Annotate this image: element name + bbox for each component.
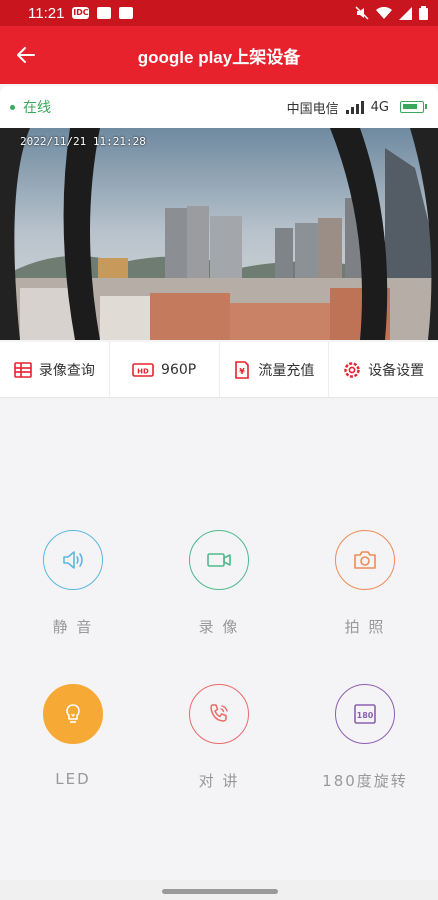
notification-badge-icon: IDC xyxy=(72,7,90,19)
speaker-icon xyxy=(63,551,83,569)
rotate-button[interactable]: 180 xyxy=(335,684,395,744)
online-dot-icon xyxy=(10,104,15,110)
gallery-notification-icon xyxy=(97,7,112,19)
record-query-icon xyxy=(14,361,32,378)
record-query-button[interactable]: 录像查询 xyxy=(0,342,110,397)
device-settings-label: 设备设置 xyxy=(368,362,425,379)
talk-control: 对 讲 xyxy=(146,684,292,791)
device-settings-button[interactable]: 设备设置 xyxy=(329,342,438,397)
data-recharge-icon: ¥ xyxy=(235,360,250,379)
camera-icon xyxy=(354,551,376,569)
mute-button[interactable] xyxy=(43,530,103,590)
signal-icon xyxy=(399,6,412,20)
battery-status-icon xyxy=(419,6,428,20)
snapshot-label: 拍 照 xyxy=(344,618,386,636)
signal-strength-icon xyxy=(345,100,364,114)
record-label: 录 像 xyxy=(198,618,240,636)
talk-label: 对 讲 xyxy=(198,772,240,790)
settings-icon xyxy=(344,361,360,378)
rotate-control: 180 180度旋转 xyxy=(292,684,438,791)
led-label: LED xyxy=(55,770,91,788)
video-toolbar: 录像查询 HD 960P ¥ 流量充值 设备设置 xyxy=(0,342,438,398)
resolution-label: 960P xyxy=(161,361,197,378)
led-control: LED xyxy=(0,684,146,788)
rotate-180-icon: 180 xyxy=(354,704,376,724)
home-indicator[interactable] xyxy=(162,889,278,894)
snapshot-button[interactable] xyxy=(335,530,395,590)
video-timestamp: 2022/11/21 11:21:28 xyxy=(20,135,146,148)
data-recharge-label: 流量充值 xyxy=(258,362,315,379)
mute-label: 静 音 xyxy=(52,618,94,636)
wifi-icon xyxy=(376,6,392,19)
device-info-bar: 在线 中国电信 4G xyxy=(0,86,438,128)
record-button[interactable] xyxy=(189,530,249,590)
app-bar: google play上架设备 xyxy=(0,26,438,84)
svg-text:¥: ¥ xyxy=(240,367,246,376)
video-camera-icon xyxy=(207,553,231,567)
online-status: 在线 xyxy=(23,100,51,116)
app-notification-icon xyxy=(119,7,134,19)
talk-button[interactable] xyxy=(189,684,249,744)
snapshot-control: 拍 照 xyxy=(292,530,438,637)
rotate-label: 180度旋转 xyxy=(322,772,408,790)
live-video-view[interactable]: 2022/11/21 11:21:28 xyxy=(0,128,438,340)
camera-feed-image xyxy=(0,128,438,340)
lightbulb-icon xyxy=(66,704,80,723)
data-recharge-button[interactable]: ¥ 流量充值 xyxy=(220,342,330,397)
hd-icon: HD xyxy=(132,362,154,377)
device-battery-icon xyxy=(400,101,427,113)
record-control: 录 像 xyxy=(146,530,292,637)
led-button[interactable] xyxy=(43,684,103,744)
mute-icon xyxy=(355,6,369,20)
status-time: 11:21 xyxy=(28,4,65,22)
mute-control: 静 音 xyxy=(0,530,146,637)
page-title: google play上架设备 xyxy=(137,48,301,67)
carrier-name: 中国电信 xyxy=(286,101,339,117)
status-bar: 11:21 IDC xyxy=(0,0,438,26)
resolution-button[interactable]: HD 960P xyxy=(110,342,220,397)
svg-text:180: 180 xyxy=(357,711,374,720)
phone-icon xyxy=(210,704,228,722)
svg-text:HD: HD xyxy=(137,367,149,375)
record-query-label: 录像查询 xyxy=(38,362,95,379)
network-type: 4G xyxy=(370,99,389,115)
